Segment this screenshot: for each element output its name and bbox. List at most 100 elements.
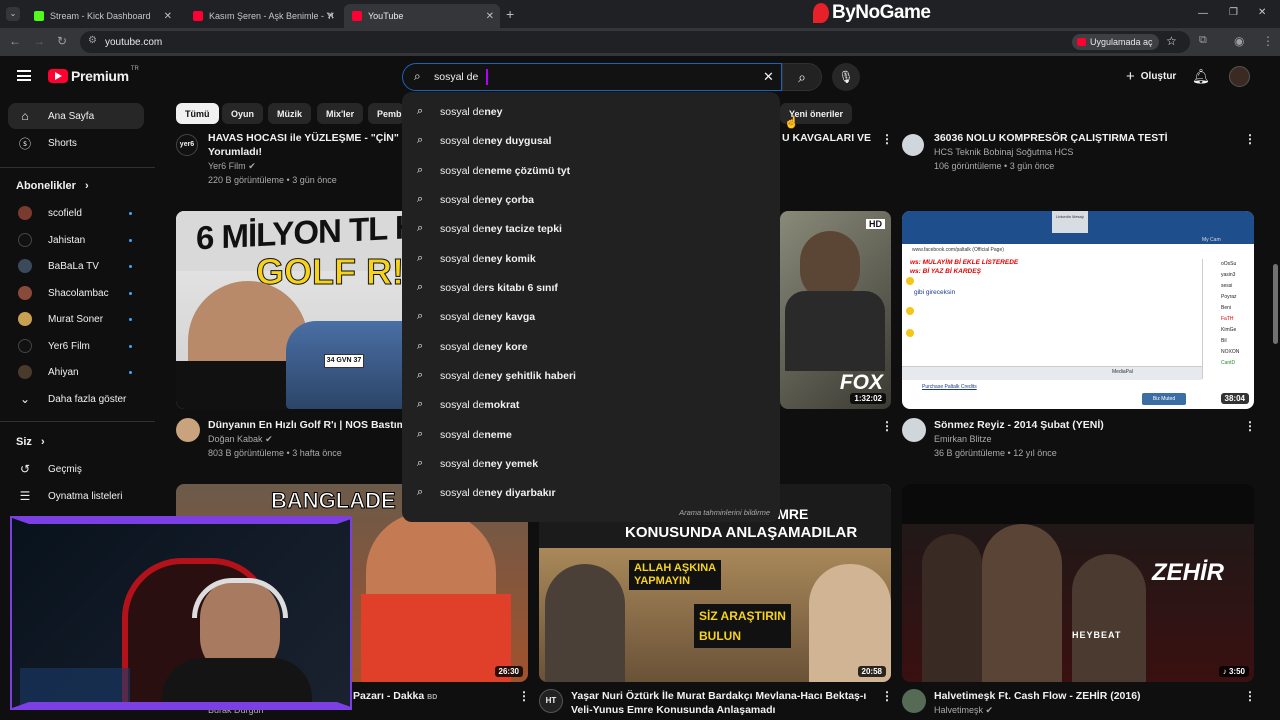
channel-name[interactable]: Emirkan Blitze (934, 432, 1234, 446)
sidebar-sub-shacolambac[interactable]: Shacolambac (8, 280, 144, 306)
channel-avatar[interactable]: yer6 (176, 134, 198, 156)
suggestion-item[interactable]: ⌕ sosyal deney kore (402, 332, 780, 361)
tab-search-icon[interactable]: ⌄ (6, 7, 20, 21)
suggestion-item[interactable]: ⌕ sosyal demokrat (402, 390, 780, 419)
close-icon[interactable]: ✕ (164, 11, 172, 22)
voice-search-button[interactable]: 🎙 (832, 63, 860, 91)
chip-pemb[interactable]: Pemb (368, 103, 404, 124)
sidebar-item-home[interactable]: ⌂ Ana Sayfa (8, 103, 144, 129)
avatar[interactable] (1229, 66, 1250, 87)
channel-name[interactable]: Yer6 Film (208, 161, 246, 171)
reload-icon[interactable]: ↻ (57, 34, 67, 48)
suggestion-item[interactable]: ⌕ sosyal deney komik (402, 244, 780, 273)
sidebar-item-shorts[interactable]: ⓢ Shorts (8, 130, 144, 156)
create-button[interactable]: + Oluştur (1116, 62, 1187, 90)
video-card-havas[interactable]: HAVAS HOCASI ile YÜZLEŞME - "ÇİN" Fil Yo… (208, 131, 408, 187)
video-thumbnail-paltalk[interactable]: Linkedin Mesajı My Cam www.facebook.com/… (902, 211, 1254, 409)
tab-music[interactable]: Kasım Şeren - Aşk Benimle - Yo ✕ (185, 4, 341, 28)
close-window-icon[interactable]: ✕ (1258, 7, 1266, 18)
address-bar[interactable]: ⚙ youtube.com Uygulamada aç ☆ (80, 31, 1190, 53)
tab-kick[interactable]: Stream - Kick Dashboard ✕ (26, 4, 178, 28)
suggestion-item[interactable]: ⌕ sosyal deney şehitlik haberi (402, 361, 780, 390)
forward-icon[interactable]: → (33, 34, 45, 48)
more-options-icon[interactable]: ⋮ (881, 689, 893, 703)
close-icon[interactable]: ✕ (327, 11, 335, 22)
clear-search-icon[interactable]: ✕ (763, 69, 774, 85)
channel-avatar (18, 233, 32, 247)
channel-name[interactable]: HCS Teknik Bobinaj Soğutma HCS (934, 145, 1234, 159)
chip-all[interactable]: Tümü (176, 103, 219, 124)
more-options-icon[interactable]: ⋮ (518, 689, 530, 703)
minimize-icon[interactable]: — (1198, 8, 1208, 19)
chip-mixes[interactable]: Mix'ler (317, 103, 364, 124)
extensions-icon[interactable]: ⧉ (1199, 34, 1207, 47)
channel-name[interactable]: Doğan Kabak (208, 434, 263, 444)
suggestion-item[interactable]: ⌕ sosyal deney kavga (402, 302, 780, 331)
video-card-zehir[interactable]: Halvetimeşk Ft. Cash Flow - ZEHİR (2016)… (934, 689, 1234, 717)
youtube-premium-logo[interactable]: Premium TR (48, 66, 139, 84)
video-card-kavga[interactable]: U KAVGALARI VE (782, 131, 871, 145)
restore-icon[interactable]: ❐ (1229, 7, 1238, 18)
more-options-icon[interactable]: ⋮ (1244, 132, 1256, 146)
video-thumbnail-zehir[interactable]: ZEHİR HEYBEAT ♪ 3:50 (902, 484, 1254, 682)
suggestion-item[interactable]: ⌕ sosyal deney çorba (402, 185, 780, 214)
back-icon[interactable]: ← (9, 34, 21, 48)
video-card-bangladesh[interactable]: Pazarı - Dakka BD (353, 689, 513, 705)
channel-avatar[interactable] (902, 134, 924, 156)
suggestion-item[interactable]: ⌕ sosyal deney diyarbakır (402, 478, 780, 507)
search-button[interactable]: ⌕ (782, 63, 822, 91)
more-options-icon[interactable]: ⋮ (881, 419, 893, 433)
chip-gaming[interactable]: Oyun (222, 103, 264, 124)
channel-avatar[interactable] (902, 689, 926, 713)
sidebar-sub-ahiyan[interactable]: Ahiyan (8, 359, 144, 385)
subscriptions-header[interactable]: Abonelikler › (16, 180, 89, 192)
channel-avatar[interactable] (902, 418, 926, 442)
scrollbar-track[interactable] (1271, 98, 1280, 720)
sidebar-sub-murat-soner[interactable]: Murat Soner (8, 306, 144, 332)
sidebar-sub-scofield[interactable]: scofield (8, 200, 144, 226)
suggestion-item[interactable]: ⌕ sosyal deney duygusal (402, 126, 780, 155)
channel-avatar[interactable]: HT (539, 689, 563, 713)
search-box[interactable]: ⌕ sosyal de ✕ (402, 63, 782, 91)
video-card-sonmez[interactable]: Sönmez Reyiz - 2014 Şubat (YENİ) Emirkan… (934, 418, 1234, 460)
video-card-kompresor[interactable]: 36036 NOLU KOMPRESÖR ÇALIŞTIRMA TESTİ HC… (934, 131, 1234, 173)
profile-icon[interactable]: ◉ (1234, 34, 1244, 48)
channel-avatar[interactable] (176, 418, 200, 442)
menu-dots-icon[interactable]: ⋮ (1262, 34, 1274, 48)
suggestion-item[interactable]: ⌕ sosyal deneme çözümü tyt (402, 156, 780, 185)
new-tab-icon[interactable]: + (506, 6, 514, 22)
sidebar-item-history[interactable]: ↺ Geçmiş (8, 456, 144, 482)
sidebar-item-playlists[interactable]: ☰ Oynatma listeleri (8, 483, 144, 509)
more-options-icon[interactable]: ⋮ (1244, 419, 1256, 433)
sidebar-show-more[interactable]: ⌄ Daha fazla göster (8, 386, 144, 412)
search-input[interactable]: sosyal de (434, 71, 478, 83)
you-header[interactable]: Siz › (16, 436, 45, 448)
suggestion-item[interactable]: ⌕ sosyal ders kitabı 6 sınıf (402, 273, 780, 302)
close-icon[interactable]: ✕ (486, 11, 494, 22)
thumb-quote-left: ALLAH AŞKINA YAPMAYIN (629, 560, 722, 590)
bookmark-star-icon[interactable]: ☆ (1166, 34, 1177, 48)
hamburger-menu-icon[interactable] (17, 70, 31, 81)
tab-youtube[interactable]: YouTube ✕ (344, 4, 500, 28)
more-options-icon[interactable]: ⋮ (1244, 689, 1256, 703)
brand-text: ByNoGame (832, 2, 931, 23)
suggestion-item[interactable]: ⌕ sosyal deneme (402, 420, 780, 449)
video-card-golf[interactable]: Dünyanın En Hızlı Golf R'ı | NOS Bastım!… (208, 418, 409, 460)
chip-music[interactable]: Müzik (268, 103, 312, 124)
sidebar-sub-babala[interactable]: BaBaLa TV (8, 253, 144, 279)
suggestion-item[interactable]: ⌕ sosyal deney tacize tepki (402, 214, 780, 243)
site-info-icon[interactable]: ⚙ (88, 35, 97, 46)
channel-name[interactable]: Halvetimeşk (934, 705, 983, 715)
sidebar-sub-jahistan[interactable]: Jahistan (8, 227, 144, 253)
person-figure (809, 564, 891, 682)
scrollbar-thumb[interactable] (1273, 264, 1278, 344)
sidebar-sub-yer6[interactable]: Yer6 Film (8, 333, 144, 359)
open-in-app-button[interactable]: Uygulamada aç (1072, 34, 1159, 50)
suggestion-item[interactable]: ⌕ sosyal deney yemek (402, 449, 780, 478)
video-card-yasar-nuri[interactable]: Yaşar Nuri Öztürk İle Murat Bardakçı Mev… (571, 689, 871, 717)
more-options-icon[interactable]: ⋮ (881, 132, 893, 146)
report-predictions-link[interactable]: Arama tahminlerini bildirme (679, 508, 770, 517)
notifications-bell-icon[interactable]: 🔔︎ (1192, 68, 1210, 85)
suggestion-item[interactable]: ⌕ sosyal deney (402, 97, 780, 126)
video-thumbnail-fox[interactable]: HD FOX 1:32:02 (780, 211, 891, 409)
